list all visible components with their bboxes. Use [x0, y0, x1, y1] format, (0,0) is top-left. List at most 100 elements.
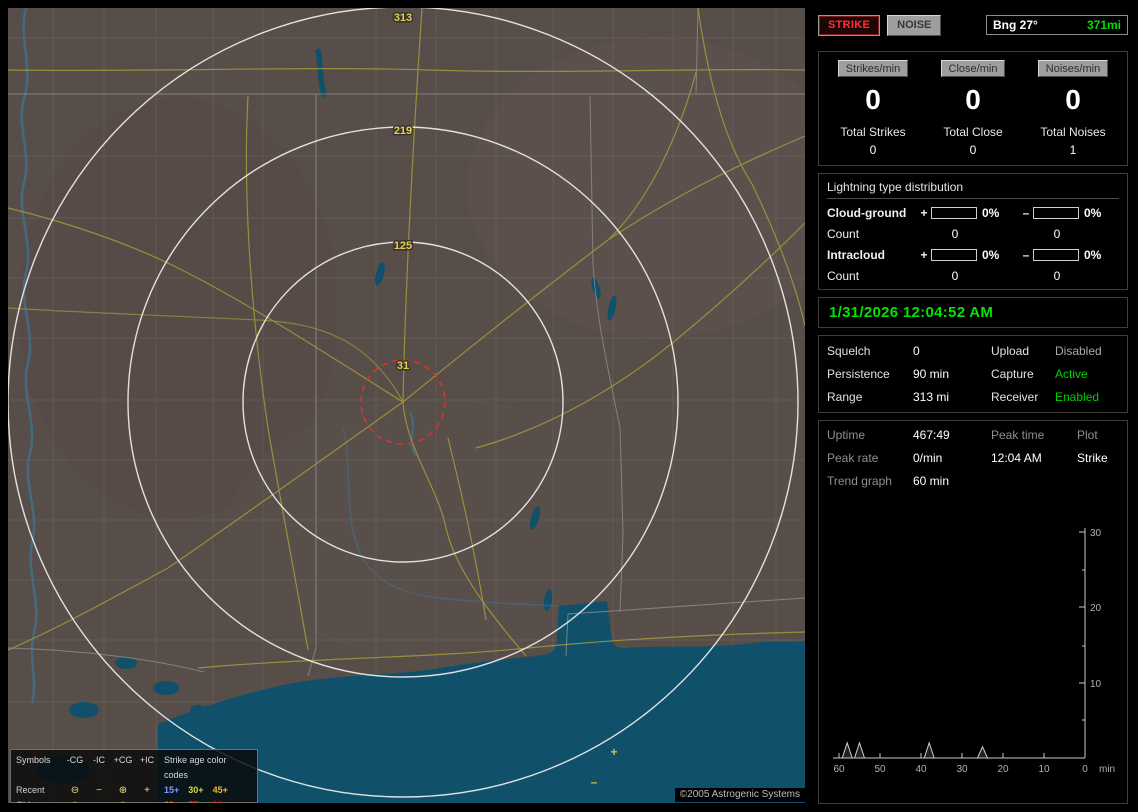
trend-graph: 30 20 10 60 50 40 30 20 10 0 min: [833, 528, 1115, 775]
total-close-value: 0: [969, 143, 977, 157]
range-label: Range: [827, 390, 863, 404]
peak-time-value: 12:04 AM: [991, 451, 1042, 465]
datetime-display: 1/31/2026 12:04:52 AM: [829, 304, 994, 321]
plot-mode-value: Strike: [1077, 451, 1108, 465]
svg-text:0: 0: [1082, 764, 1088, 775]
range-value: 313 mi: [913, 390, 950, 404]
total-noises-value: 1: [1069, 143, 1077, 157]
noises-column: Noises/min 0 Total Noises 1: [1023, 60, 1123, 157]
copyright-text: ©2005 Astrogenic Systems: [674, 788, 805, 802]
x-axis-unit: min: [1099, 764, 1115, 775]
legend-symbols-title: Symbols: [16, 755, 51, 765]
range-label-125: 125: [394, 240, 412, 252]
side-panel: STRIKE NOISE Bng 27° 371mi Strikes/min 0…: [812, 8, 1134, 804]
svg-text:20: 20: [1090, 603, 1102, 614]
svg-text:20: 20: [997, 764, 1009, 775]
intracloud-label: Intracloud: [827, 248, 886, 262]
svg-text:10: 10: [1038, 764, 1050, 775]
count-label: Count: [827, 227, 860, 241]
intracloud-minus-meter: [1033, 249, 1079, 261]
cloud-ground-minus-meter: [1033, 207, 1079, 219]
persistence-value: 90 min: [913, 367, 950, 381]
persistence-label: Persistence: [827, 367, 890, 381]
trend-graph-label: Trend graph: [827, 474, 892, 488]
range-label-inner: 31: [397, 360, 409, 372]
svg-text:50: 50: [874, 764, 886, 775]
intracloud-plus-count: 0: [951, 269, 959, 283]
upload-label: Upload: [991, 344, 1030, 358]
plus-sign: +: [920, 206, 928, 220]
recent-pos-ic-icon: +: [144, 785, 150, 796]
receiver-status: Enabled: [1055, 390, 1100, 404]
legend-row-old: Old: [16, 798, 62, 803]
close-per-min-button[interactable]: Close/min: [940, 60, 1006, 77]
age-45: 45+: [212, 785, 228, 795]
squelch-label: Squelch: [827, 344, 871, 358]
noises-per-min-button[interactable]: Noises/min: [1037, 60, 1109, 77]
peak-time-label: Peak time: [991, 428, 1045, 442]
intracloud-minus-pct: 0%: [1084, 248, 1102, 262]
cloud-ground-plus-count: 0: [951, 227, 959, 241]
legend-col-pos-ic: +IC: [139, 755, 155, 765]
svg-text:10: 10: [1090, 679, 1102, 690]
old-pos-cg-icon: ⊕: [110, 798, 136, 803]
legend-row-recent: Recent: [16, 785, 45, 795]
y-axis-labels: 30 20 10: [1090, 528, 1102, 690]
recent-neg-ic-icon: −: [96, 785, 102, 796]
svg-text:30: 30: [956, 764, 968, 775]
plus-sign: +: [920, 248, 928, 262]
noises-per-min-value: 0: [1065, 84, 1081, 115]
age-60: 60+: [164, 798, 179, 803]
minus-sign: –: [1022, 248, 1030, 262]
grid-mark-minus: –: [591, 775, 598, 789]
intracloud-plus-meter: [931, 249, 977, 261]
clock-section: 1/31/2026 12:04:52 AM: [818, 297, 1128, 328]
range-label-219: 219: [394, 125, 412, 137]
map-viewport[interactable]: 313 219 125 31 + – Symbols -CG -IC +CG +…: [8, 8, 805, 803]
squelch-value: 0: [913, 344, 920, 358]
close-per-min-value: 0: [965, 84, 981, 115]
noise-toggle-button[interactable]: NOISE: [887, 14, 942, 36]
peak-rate-value: 0/min: [913, 451, 943, 465]
status-section: Uptime 467:49 Peak time Plot Peak rate 0…: [818, 420, 1128, 804]
uptime-label: Uptime: [827, 428, 866, 442]
cloud-ground-minus-pct: 0%: [1084, 206, 1102, 220]
receiver-label: Receiver: [991, 390, 1039, 404]
legend-age-title: Strike age color codes: [164, 755, 227, 780]
intracloud-plus-pct: 0%: [982, 248, 1000, 262]
distribution-section: Lightning type distribution Cloud-ground…: [818, 173, 1128, 290]
recent-pos-cg-icon: ⊕: [118, 785, 128, 796]
age-15: 15+: [164, 785, 180, 795]
age-90: 90+: [213, 798, 228, 803]
legend-col-neg-cg: -CG: [66, 755, 84, 765]
legend-col-neg-ic: -IC: [93, 755, 105, 765]
old-pos-ic-icon: +: [136, 798, 158, 803]
count-label: Count: [827, 269, 860, 283]
upload-status: Disabled: [1055, 344, 1102, 358]
strikes-per-min-value: 0: [865, 84, 881, 115]
app-window: 313 219 125 31 + – Symbols -CG -IC +CG +…: [0, 0, 1138, 812]
settings-section: Squelch 0 Upload Disabled Persistence 90…: [818, 335, 1128, 413]
svg-text:40: 40: [915, 764, 927, 775]
legend-col-pos-cg: +CG: [113, 755, 133, 765]
intracloud-minus-count: 0: [1053, 269, 1061, 283]
distance-value: 371mi: [1086, 18, 1121, 32]
trend-spikes: [841, 741, 988, 759]
toolbar: STRIKE NOISE Bng 27° 371mi: [818, 14, 1128, 36]
strike-toggle-button[interactable]: STRIKE: [818, 14, 881, 36]
bearing-value: Bng 27°: [993, 18, 1038, 32]
cloud-ground-plus-meter: [931, 207, 977, 219]
old-neg-ic-icon: −: [88, 798, 110, 803]
minus-sign: –: [1022, 206, 1030, 220]
plot-label: Plot: [1077, 428, 1098, 442]
strikes-per-min-button[interactable]: Strikes/min: [837, 60, 909, 77]
uptime-value: 467:49: [913, 428, 950, 442]
cloud-ground-label: Cloud-ground: [827, 206, 907, 220]
rates-section: Strikes/min 0 Total Strikes 0 Close/min …: [818, 51, 1128, 166]
y-axis-ticks: [1079, 531, 1085, 721]
map-svg[interactable]: 313 219 125 31 + –: [8, 8, 805, 803]
capture-status: Active: [1055, 367, 1088, 381]
distribution-title: Lightning type distribution: [827, 180, 1119, 199]
capture-label: Capture: [991, 367, 1034, 381]
strikes-column: Strikes/min 0 Total Strikes 0: [823, 60, 923, 157]
